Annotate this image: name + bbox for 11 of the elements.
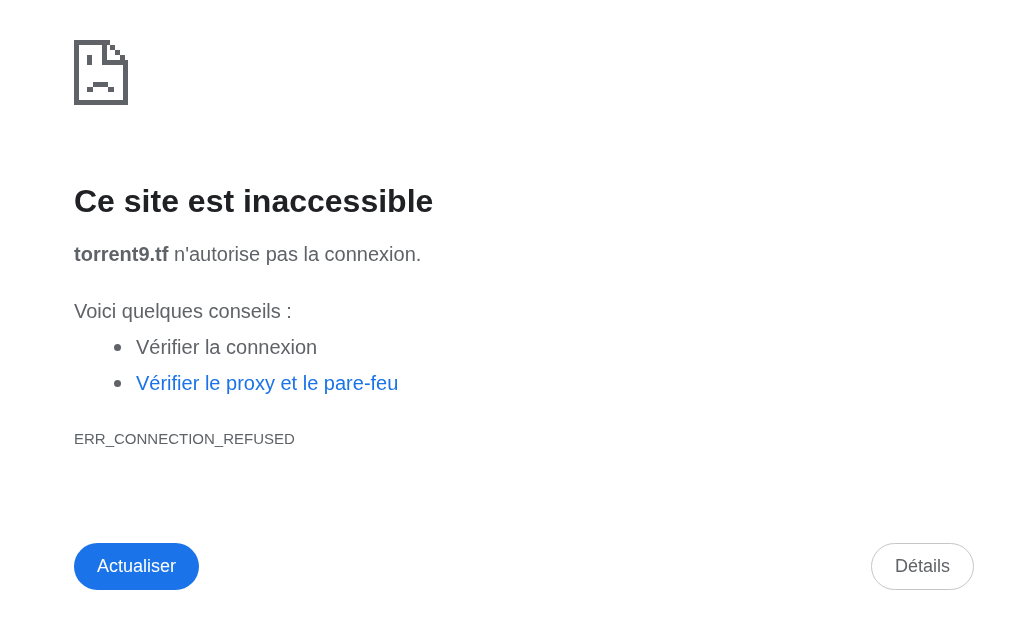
suggestion-link[interactable]: Vérifier le proxy et le pare-feu bbox=[136, 370, 399, 396]
sad-page-icon bbox=[74, 40, 128, 105]
reload-button[interactable]: Actualiser bbox=[74, 543, 200, 590]
page-title: Ce site est inaccessible bbox=[74, 182, 434, 221]
details-button[interactable]: Détails bbox=[870, 543, 974, 590]
bullet-icon bbox=[114, 343, 121, 351]
error-code: ERR_CONNECTION_REFUSED bbox=[74, 429, 295, 449]
suggestion-text: Vérifier la connexion bbox=[136, 335, 318, 360]
suggestions-heading: Voici quelques conseils : bbox=[74, 299, 292, 324]
error-message: torrent9.tf n'autorise pas la connexion. bbox=[74, 242, 422, 267]
bullet-icon bbox=[114, 379, 121, 387]
